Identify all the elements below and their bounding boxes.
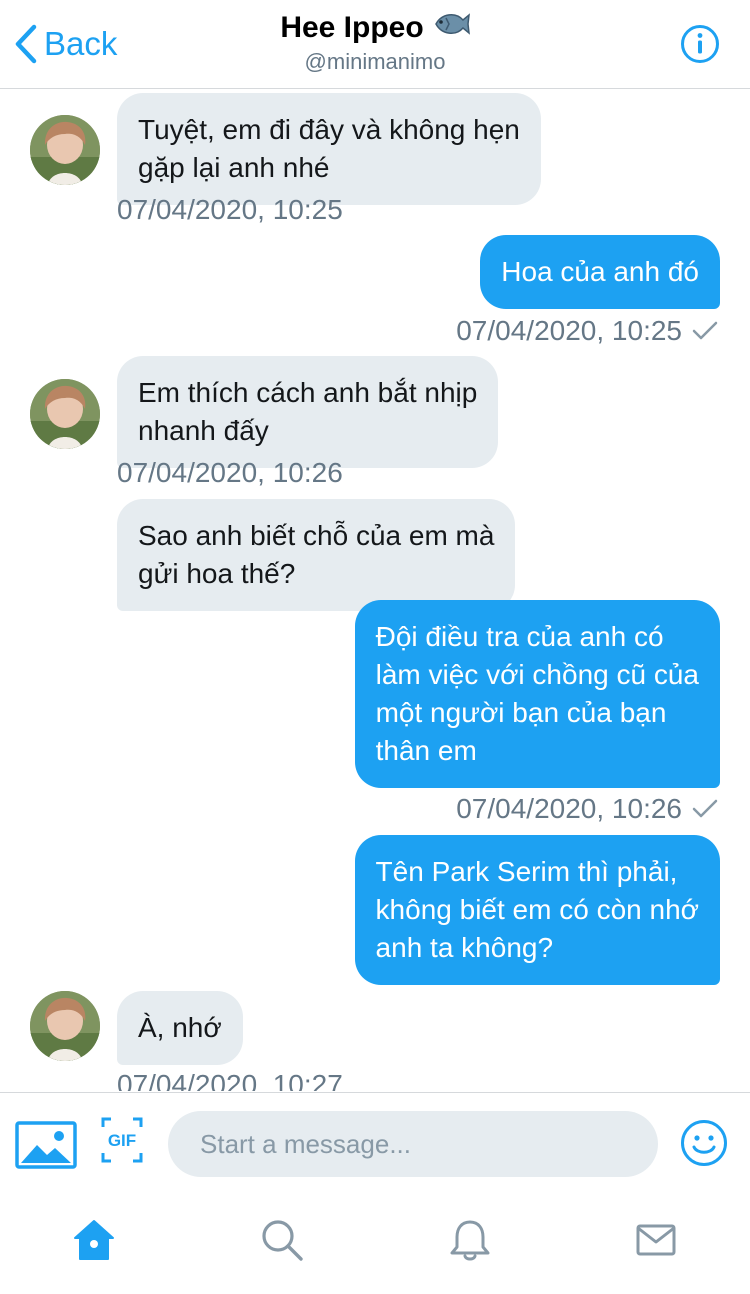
message-bubble-received[interactable]: Sao anh biết chỗ của em mà gửi hoa thế? xyxy=(117,499,516,611)
message-list[interactable]: Tuyệt, em đi đây và không hẹn gặp lại an… xyxy=(0,89,750,1091)
message-timestamp: 07/04/2020, 10:25 xyxy=(456,315,682,346)
avatar[interactable] xyxy=(30,991,100,1061)
contact-handle: @minimanimo xyxy=(304,49,446,74)
gif-button[interactable]: GIF xyxy=(101,1117,143,1163)
message-bubble-received[interactable]: Tuyệt, em đi đây và không hẹn gặp lại an… xyxy=(117,93,541,205)
message-bubble-sent[interactable]: Đội điều tra của anh có làm việc với chồ… xyxy=(354,600,720,788)
message-bubble-received[interactable]: À, nhớ xyxy=(117,991,243,1065)
conversation-header: Back Hee Ippeo @minimanimo xyxy=(0,0,750,89)
back-label: Back xyxy=(44,25,118,62)
conversation-title-block[interactable]: Hee Ippeo @minimanimo xyxy=(175,8,575,76)
check-icon xyxy=(692,321,718,340)
message-bubble-received[interactable]: Em thích cách anh bắt nhịp nhanh đấy xyxy=(117,356,499,468)
avatar[interactable] xyxy=(30,379,100,449)
message-timestamp: 07/04/2020, 10:27 xyxy=(117,1069,343,1091)
back-button[interactable]: Back xyxy=(14,20,117,68)
fish-emoji-icon xyxy=(432,8,470,48)
avatar[interactable] xyxy=(30,115,100,185)
message-timestamp-row: 07/04/2020, 10:25 xyxy=(456,313,718,349)
message-timestamp: 07/04/2020, 10:25 xyxy=(117,194,343,225)
notifications-icon xyxy=(450,1220,490,1261)
tab-notifications[interactable] xyxy=(440,1210,500,1270)
search-icon xyxy=(262,1220,303,1261)
message-composer: GIF xyxy=(0,1092,750,1195)
info-icon[interactable] xyxy=(680,24,720,64)
conversation-title: Hee Ippeo xyxy=(280,8,470,48)
message-bubble-sent[interactable]: Hoa của anh đó xyxy=(480,235,720,309)
message-timestamp: 07/04/2020, 10:26 xyxy=(117,457,343,488)
messages-icon xyxy=(636,1224,676,1256)
contact-name: Hee Ippeo xyxy=(280,11,424,44)
tab-home[interactable] xyxy=(64,1210,124,1270)
image-icon[interactable] xyxy=(15,1121,77,1169)
message-timestamp: 07/04/2020, 10:26 xyxy=(456,793,682,824)
message-bubble-sent[interactable]: Tên Park Serim thì phải, không biết em c… xyxy=(354,835,720,985)
chevron-left-icon xyxy=(15,24,37,64)
tab-messages[interactable] xyxy=(626,1210,686,1270)
emoji-icon[interactable] xyxy=(680,1119,728,1167)
message-timestamp-row: 07/04/2020, 10:26 xyxy=(456,791,718,827)
tab-bar xyxy=(0,1194,750,1294)
home-icon xyxy=(74,1220,114,1260)
message-input[interactable] xyxy=(168,1111,658,1177)
check-icon xyxy=(692,799,718,818)
gif-label: GIF xyxy=(108,1131,136,1150)
tab-search[interactable] xyxy=(252,1210,312,1270)
